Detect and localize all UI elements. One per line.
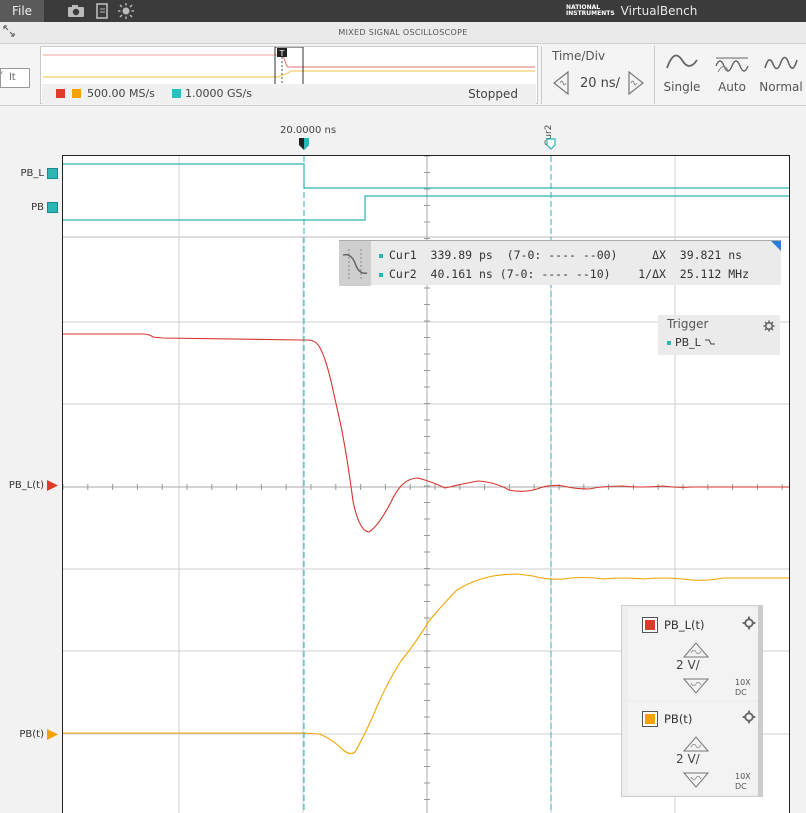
trigger-gear-icon[interactable]: [763, 320, 775, 332]
left-arrow-icon[interactable]: ‹: [0, 68, 4, 88]
ch1-rate-swatch: [56, 89, 65, 98]
channel-color-fill: [645, 620, 655, 630]
channel-color-swatch[interactable]: [642, 711, 658, 727]
overview-status-bar: 500.00 MS/s 1.0000 GS/s Stopped: [42, 84, 536, 104]
pb-l-t-offset-marker-icon[interactable]: [47, 480, 58, 491]
export-icon[interactable]: [92, 2, 112, 20]
left-tab[interactable]: lt: [0, 68, 30, 88]
file-menu[interactable]: File: [0, 0, 44, 22]
channel-name: PB_L(t): [664, 618, 705, 632]
channel-color-swatch[interactable]: [642, 617, 658, 633]
channel-probe-info: 10X DC: [735, 772, 751, 791]
cursor2-readout-row: Cur2 40.161 ns (7-0: ---- --10) 1/ΔX 25.…: [379, 267, 749, 281]
channel-label-pb: PB: [31, 202, 44, 213]
falling-edge-icon: [705, 339, 716, 345]
scale-down-button[interactable]: [682, 678, 710, 694]
instrument-title: MIXED SIGNAL OSCILLOSCOPE: [338, 28, 468, 37]
brightness-icon[interactable]: [116, 2, 136, 20]
time-div-label: Time/Div: [552, 49, 606, 63]
cursor1-handle-icon[interactable]: [298, 137, 310, 151]
auto-wave-icon: [715, 57, 749, 73]
trigger-title: Trigger: [667, 317, 709, 331]
channel-panel-scrollbar[interactable]: [758, 606, 762, 796]
cursor2-dot: [379, 272, 383, 277]
cursor2-handle-icon[interactable]: [546, 138, 556, 150]
channel-name: PB(t): [664, 712, 693, 726]
channel-card-pb-l-t[interactable]: PB_L(t) 2 V/ 10X DC: [628, 608, 758, 700]
digital-rate-swatch: [172, 89, 181, 98]
time-div-control: Time/Div 20 ns/: [541, 46, 655, 104]
product-name: VirtualBench: [620, 4, 698, 18]
cursor1-readout-row: Cur1 339.89 ps (7-0: ---- --00) ΔX 39.82…: [379, 248, 742, 262]
cursor-wave-icon: [342, 249, 368, 279]
channel-label-pb-t: PB(t): [19, 729, 44, 740]
trigger-source: PB_L: [667, 336, 716, 349]
channel-settings-panel: PB_L(t) 2 V/ 10X DC PB(t) 2 V/ 10X DC: [621, 605, 763, 797]
channel-gear-icon[interactable]: [742, 616, 756, 630]
channel-gear-icon[interactable]: [742, 710, 756, 724]
overview-waveforms: T: [43, 46, 535, 88]
normal-button[interactable]: Normal: [756, 50, 806, 104]
time-div-increase-button[interactable]: [625, 70, 647, 96]
pb-digital-marker-icon[interactable]: [47, 202, 58, 213]
trigger-source-dot: [667, 341, 671, 345]
channel-scale: 2 V/: [676, 752, 700, 766]
pb-t-offset-marker-icon[interactable]: [47, 729, 58, 740]
channel-label-pb-l: PB_L: [20, 168, 44, 179]
ni-logo: NATIONAL INSTRUMENTS: [566, 4, 615, 17]
title-strip: MIXED SIGNAL OSCILLOSCOPE: [0, 22, 806, 44]
scale-up-button[interactable]: [682, 736, 710, 752]
channel-label-pb-l-t: PB_L(t): [8, 480, 44, 491]
menu-bar: File NATIONAL INSTRUMENTS VirtualBench: [0, 0, 806, 22]
ch2-rate-swatch: [72, 89, 81, 98]
cursor1-dot: [379, 253, 383, 258]
scale-up-button[interactable]: [682, 642, 710, 658]
trigger-time-label: 20.0000 ns: [280, 125, 337, 136]
normal-wave-icon: [764, 56, 798, 70]
camera-icon[interactable]: [66, 2, 86, 20]
trigger-panel[interactable]: Trigger PB_L: [658, 315, 780, 355]
pb-l-digital-marker-icon[interactable]: [47, 168, 58, 179]
readout-corner-icon[interactable]: [771, 241, 781, 251]
scale-down-button[interactable]: [682, 772, 710, 788]
digital-sample-rate: 1.0000 GS/s: [185, 87, 252, 100]
control-area: lt ‹ T 500.00 MS/s 1.0000 GS/s Stopped T…: [0, 44, 806, 106]
auto-button[interactable]: Auto: [707, 50, 757, 104]
channel-color-fill: [645, 714, 655, 724]
cursor-readout-panel: Cur1 339.89 ps (7-0: ---- --00) ΔX 39.82…: [339, 240, 781, 286]
channel-scale: 2 V/: [676, 658, 700, 672]
single-wave-icon: [666, 54, 698, 69]
svg-text:T: T: [279, 49, 285, 58]
channel-probe-info: 10X DC: [735, 678, 751, 697]
channel-card-pb-t[interactable]: PB(t) 2 V/ 10X DC: [628, 702, 758, 794]
acquisition-status: Stopped: [468, 87, 518, 101]
cursor-readout-icon-box[interactable]: [339, 241, 371, 286]
time-div-decrease-button[interactable]: [550, 70, 572, 96]
brand: NATIONAL INSTRUMENTS VirtualBench: [566, 2, 697, 20]
single-button[interactable]: Single: [657, 50, 707, 104]
analog-sample-rate: 500.00 MS/s: [87, 87, 155, 100]
time-div-value: 20 ns/: [580, 76, 621, 91]
